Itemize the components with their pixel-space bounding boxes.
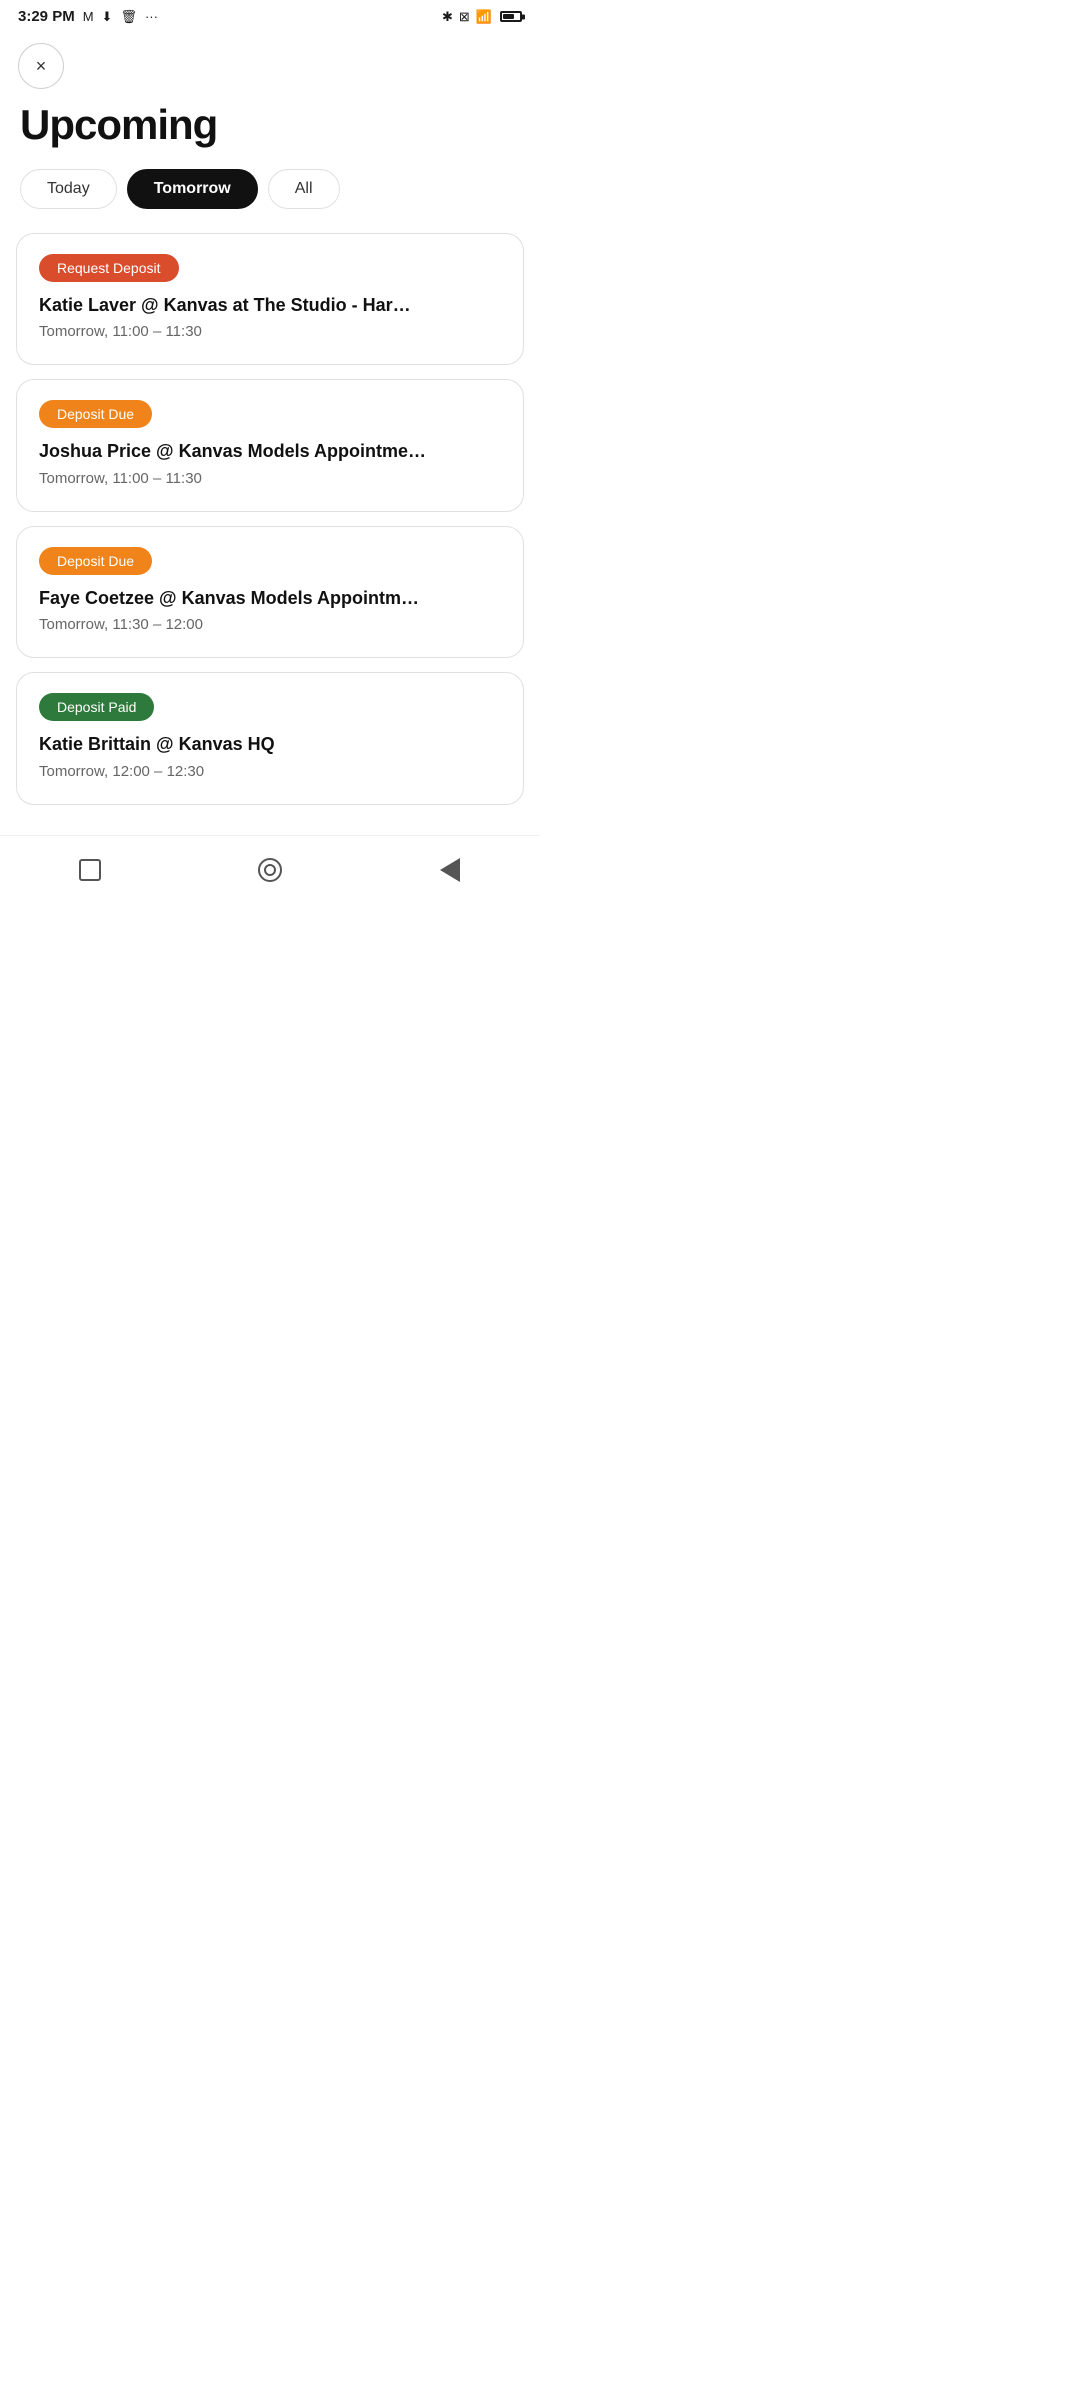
appointment-title-2: Joshua Price @ Kanvas Models Appointme… (39, 440, 501, 463)
status-right: ✱ ⊠ 📶 (442, 9, 522, 25)
appointment-time-2: Tomorrow, 11:00 – 11:30 (39, 470, 501, 487)
badge-2: Deposit Due (39, 400, 152, 428)
trash-icon: 🗑 (120, 9, 137, 25)
appointment-card-2[interactable]: Deposit Due Joshua Price @ Kanvas Models… (16, 379, 524, 511)
nav-square-icon (79, 859, 101, 881)
close-icon: × (36, 56, 47, 77)
badge-3: Deposit Due (39, 547, 152, 575)
appointment-time-3: Tomorrow, 11:30 – 12:00 (39, 616, 501, 633)
tab-tomorrow[interactable]: Tomorrow (127, 169, 258, 209)
tab-all[interactable]: All (268, 169, 340, 209)
wifi-icon: 📶 (476, 9, 492, 25)
nav-recent-button[interactable] (434, 854, 466, 886)
nav-back-button[interactable] (254, 854, 286, 886)
bluetooth-icon: ✱ (442, 9, 453, 25)
appointment-card-3[interactable]: Deposit Due Faye Coetzee @ Kanvas Models… (16, 526, 524, 658)
appointments-list: Request Deposit Katie Laver @ Kanvas at … (0, 233, 540, 805)
close-button[interactable]: × (18, 43, 64, 89)
nav-circle-icon (258, 858, 282, 882)
status-bar: 3:29 PM M ⬇ 🗑 ··· ✱ ⊠ 📶 (0, 0, 540, 31)
battery-icon (500, 11, 522, 22)
appointment-time-4: Tomorrow, 12:00 – 12:30 (39, 763, 501, 780)
more-icon: ··· (145, 9, 158, 24)
appointment-title-4: Katie Brittain @ Kanvas HQ (39, 733, 501, 756)
x-icon: ⊠ (459, 9, 470, 25)
nav-home-button[interactable] (74, 854, 106, 886)
appointment-time-1: Tomorrow, 11:00 – 11:30 (39, 323, 501, 340)
badge-4: Deposit Paid (39, 693, 154, 721)
tab-bar: Today Tomorrow All (0, 169, 540, 233)
status-time: 3:29 PM (18, 8, 75, 25)
bottom-nav (0, 835, 540, 906)
appointment-title-3: Faye Coetzee @ Kanvas Models Appointm… (39, 587, 501, 610)
download-icon: ⬇ (102, 9, 113, 25)
page-title: Upcoming (0, 97, 540, 169)
nav-triangle-icon (440, 858, 460, 882)
appointment-card-1[interactable]: Request Deposit Katie Laver @ Kanvas at … (16, 233, 524, 365)
gmail-icon: M (83, 9, 94, 24)
badge-1: Request Deposit (39, 254, 179, 282)
appointment-card-4[interactable]: Deposit Paid Katie Brittain @ Kanvas HQ … (16, 672, 524, 804)
status-left: 3:29 PM M ⬇ 🗑 ··· (18, 8, 158, 25)
tab-today[interactable]: Today (20, 169, 117, 209)
appointment-title-1: Katie Laver @ Kanvas at The Studio - Har… (39, 294, 501, 317)
